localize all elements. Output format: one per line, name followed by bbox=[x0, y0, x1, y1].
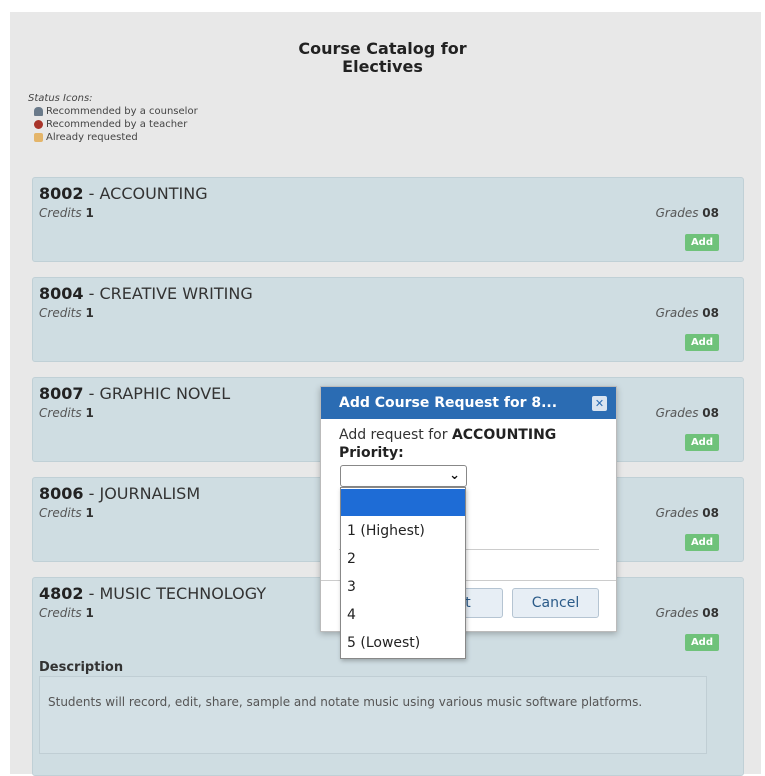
counselor-icon bbox=[34, 107, 43, 116]
course-grades: Grades 08 bbox=[655, 506, 719, 520]
status-icons-legend: Status Icons: Recommended by a counselor… bbox=[28, 92, 198, 144]
course-title: 4802 - MUSIC TECHNOLOGY bbox=[39, 584, 267, 603]
description-label: Description bbox=[39, 660, 124, 675]
course-credits: Credits 1 bbox=[39, 206, 94, 220]
course-card-8004: 8004 - CREATIVE WRITING Credits 1 Grades… bbox=[32, 277, 744, 362]
priority-option-4[interactable]: 4 bbox=[341, 602, 465, 629]
course-grades: Grades 08 bbox=[655, 406, 719, 420]
course-title: 8004 - CREATIVE WRITING bbox=[39, 284, 253, 303]
course-title: 8007 - GRAPHIC NOVEL bbox=[39, 384, 231, 403]
page-title: Course Catalog for Electives bbox=[298, 39, 467, 76]
description-text: Students will record, edit, share, sampl… bbox=[39, 676, 707, 754]
dialog-message: Add request for ACCOUNTING bbox=[339, 427, 557, 443]
add-course-button[interactable]: Add bbox=[684, 634, 719, 651]
close-icon[interactable]: ✕ bbox=[592, 396, 607, 411]
priority-option-3[interactable]: 3 bbox=[341, 574, 465, 601]
add-course-button[interactable]: Add bbox=[684, 534, 719, 551]
legend-item-counselor: Recommended by a counselor bbox=[28, 105, 198, 118]
course-credits: Credits 1 bbox=[39, 306, 94, 320]
priority-label: Priority: bbox=[339, 445, 404, 461]
course-grades: Grades 08 bbox=[655, 306, 719, 320]
legend-item-requested: Already requested bbox=[28, 131, 198, 144]
priority-option-2[interactable]: 2 bbox=[341, 546, 465, 573]
dialog-header: Add Course Request for 8... ✕ bbox=[321, 387, 616, 419]
status-icons-header: Status Icons: bbox=[28, 93, 93, 104]
priority-dropdown-list: 1 (Highest) 2 3 4 5 (Lowest) bbox=[340, 487, 466, 659]
add-course-button[interactable]: Add bbox=[684, 434, 719, 451]
add-course-button[interactable]: Add bbox=[684, 234, 719, 251]
course-title: 8002 - ACCOUNTING bbox=[39, 184, 208, 203]
priority-option-5[interactable]: 5 (Lowest) bbox=[341, 630, 465, 657]
teacher-icon bbox=[34, 120, 43, 129]
priority-select[interactable]: ⌄ bbox=[340, 465, 467, 487]
course-credits: Credits 1 bbox=[39, 506, 94, 520]
priority-option-1[interactable]: 1 (Highest) bbox=[341, 518, 465, 545]
requested-icon bbox=[34, 133, 43, 142]
chevron-down-icon: ⌄ bbox=[449, 468, 460, 483]
legend-item-teacher: Recommended by a teacher bbox=[28, 118, 198, 131]
course-grades: Grades 08 bbox=[655, 606, 719, 620]
course-credits: Credits 1 bbox=[39, 406, 94, 420]
add-course-button[interactable]: Add bbox=[684, 334, 719, 351]
course-card-8002: 8002 - ACCOUNTING Credits 1 Grades 08 Ad… bbox=[32, 177, 744, 262]
cancel-button[interactable]: Cancel bbox=[512, 588, 599, 618]
course-grades: Grades 08 bbox=[655, 206, 719, 220]
course-title: 8006 - JOURNALISM bbox=[39, 484, 201, 503]
dialog-title: Add Course Request for 8... bbox=[339, 395, 558, 411]
priority-option-blank[interactable] bbox=[341, 489, 465, 516]
course-credits: Credits 1 bbox=[39, 606, 94, 620]
